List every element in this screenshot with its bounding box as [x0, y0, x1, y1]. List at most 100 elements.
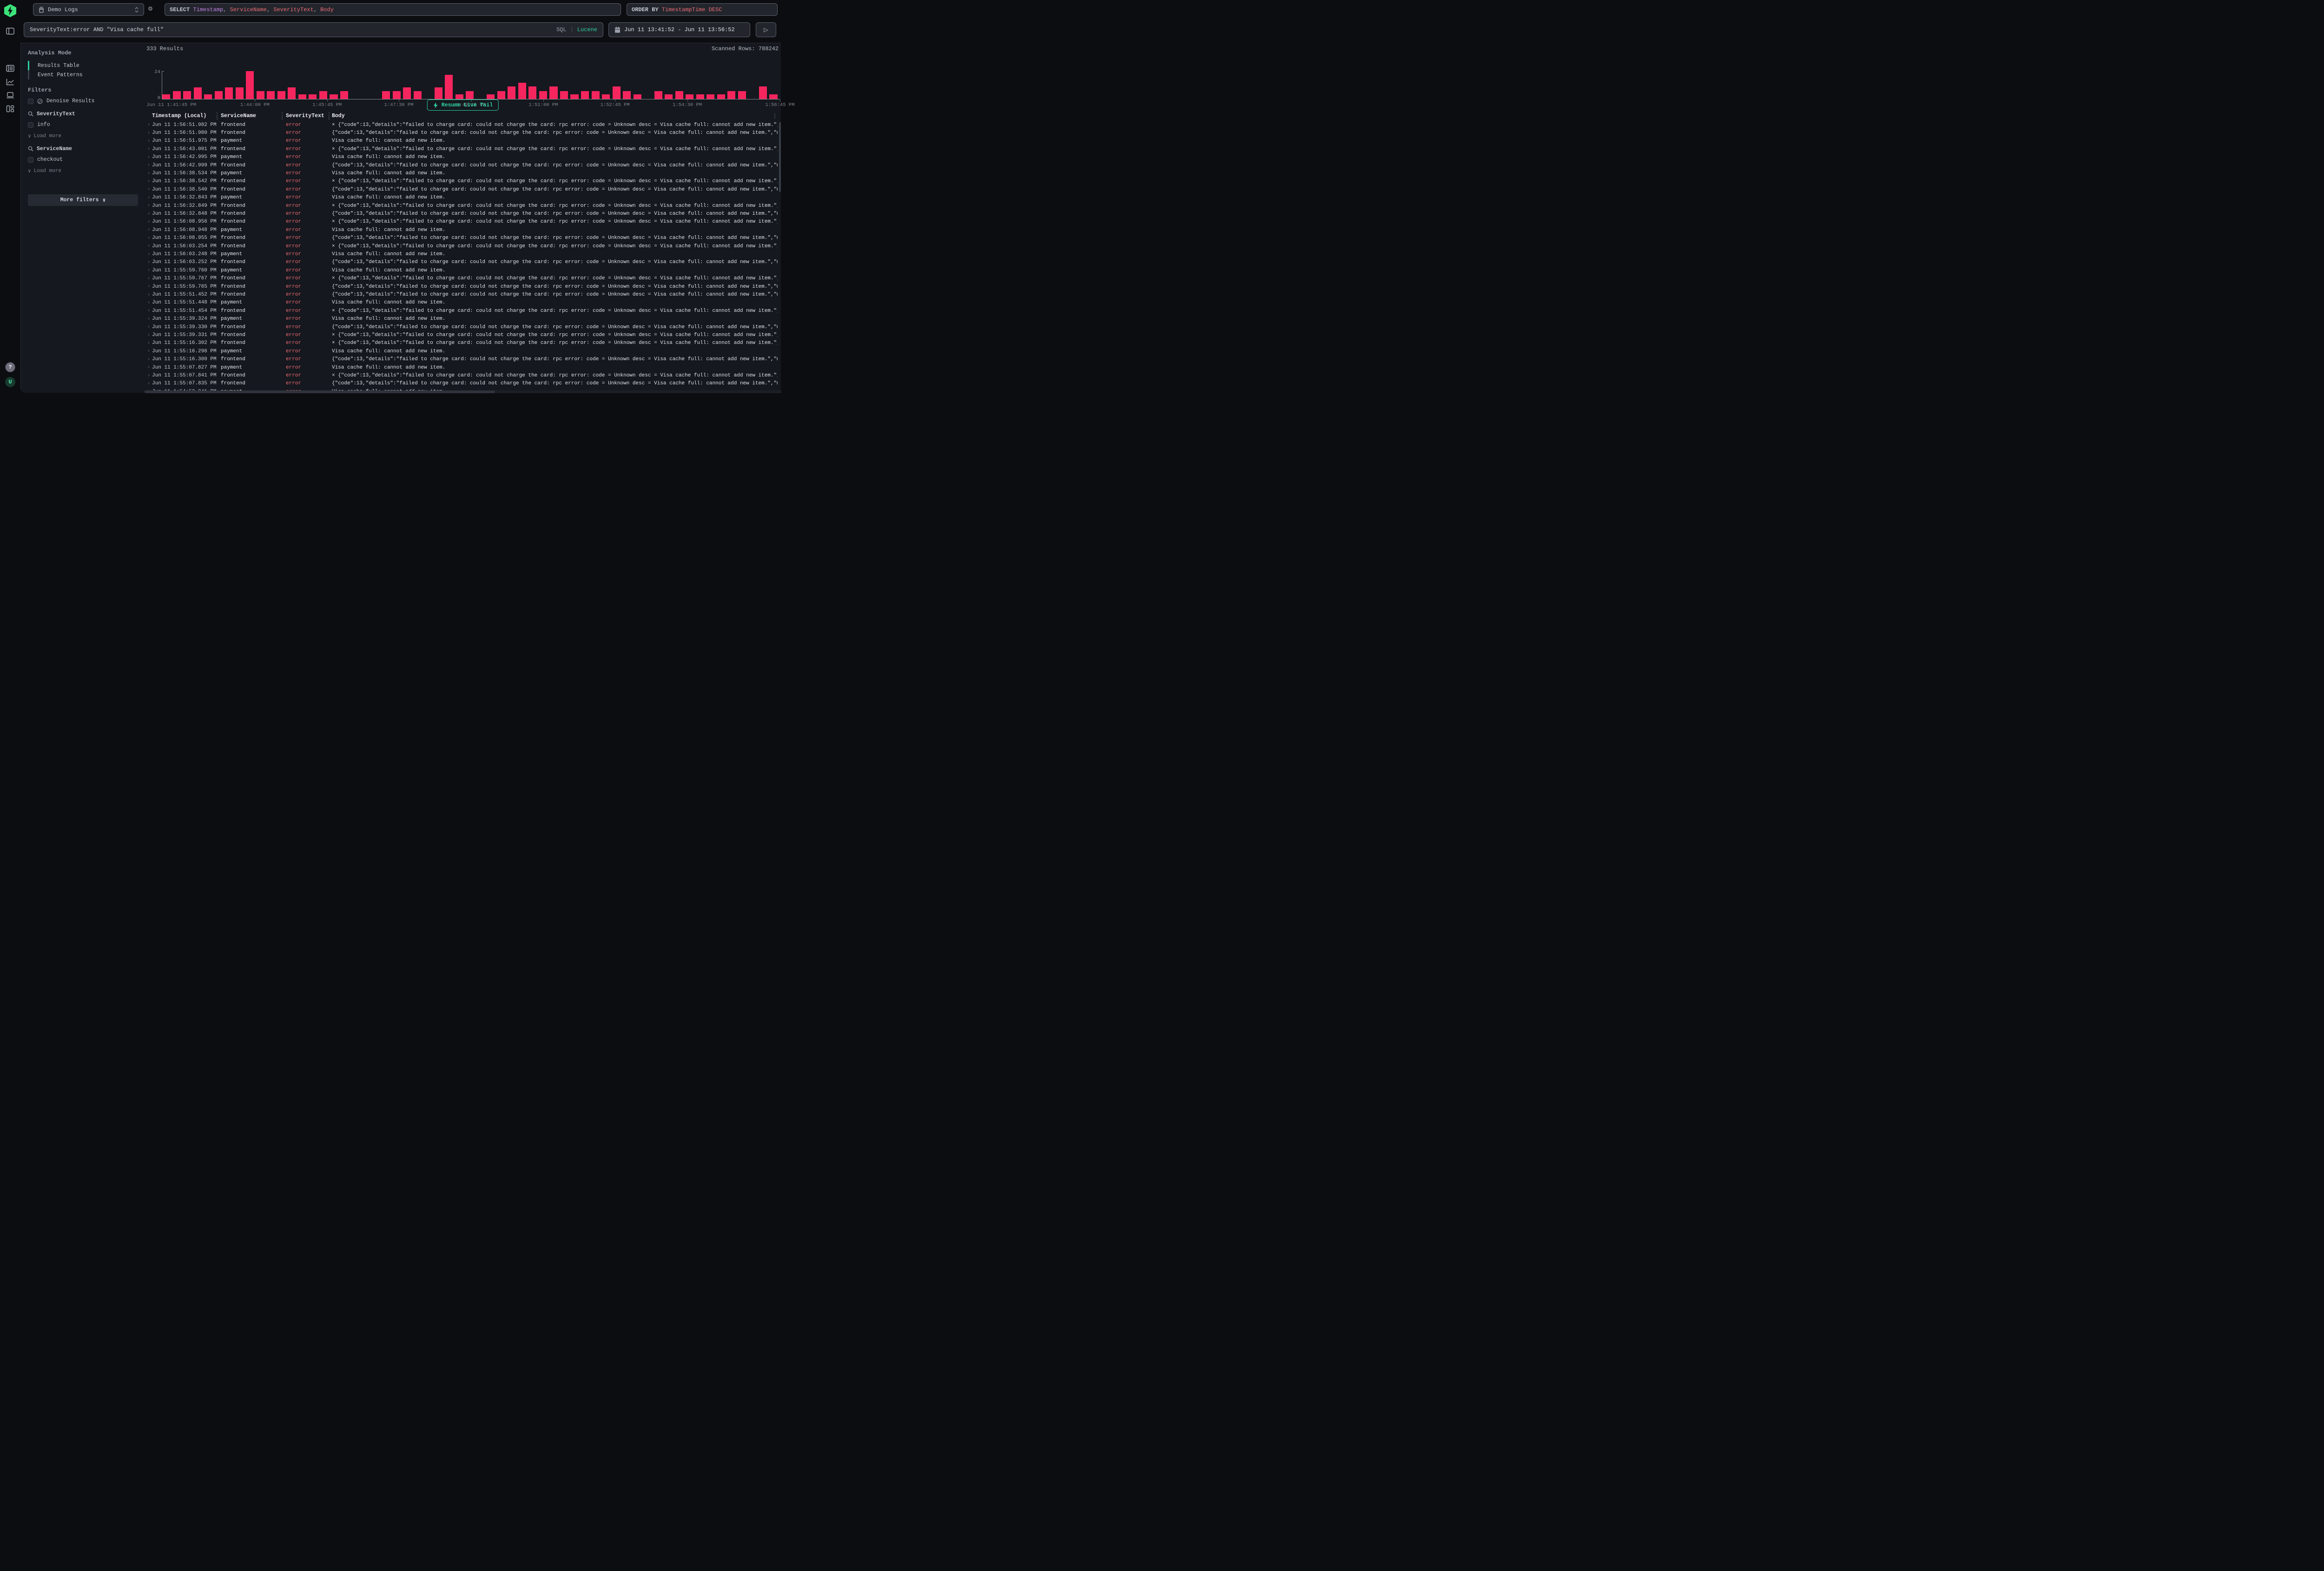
table-row[interactable]: › Jun 11 1:56:38.534 PM payment error Vi…: [145, 169, 781, 177]
table-row[interactable]: › Jun 11 1:55:07.841 PM frontend error ×…: [145, 371, 781, 379]
col-header-timestamp[interactable]: Timestamp (Local): [152, 113, 206, 119]
table-row[interactable]: › Jun 11 1:56:38.542 PM frontend error ×…: [145, 178, 781, 185]
histogram-bar[interactable]: [403, 87, 411, 99]
histogram-bar[interactable]: [215, 91, 223, 99]
histogram-bar[interactable]: [277, 91, 285, 99]
table-row[interactable]: › Jun 11 1:55:59.765 PM frontend error {…: [145, 283, 781, 290]
time-range-picker[interactable]: Jun 11 13:41:52 - Jun 11 13:56:52: [608, 22, 750, 37]
histogram-bar[interactable]: [686, 94, 693, 99]
histogram-bar[interactable]: [487, 94, 495, 99]
horizontal-scrollbar-thumb[interactable]: [145, 390, 495, 393]
histogram-bar[interactable]: [675, 91, 683, 99]
lucene-toggle[interactable]: Lucene: [577, 26, 597, 33]
table-row[interactable]: › Jun 11 1:55:16.300 PM frontend error {…: [145, 356, 781, 363]
histogram-bar[interactable]: [706, 94, 714, 99]
col-header-severitytext[interactable]: SeverityText: [286, 113, 324, 119]
results-histogram[interactable]: 24 0 Jun 11 1:41:45 PM1:44:00 PM1:45:45 …: [145, 55, 781, 97]
table-row[interactable]: › Jun 11 1:56:03.248 PM payment error Vi…: [145, 250, 781, 258]
histogram-bar[interactable]: [727, 91, 735, 99]
histogram-bar[interactable]: [393, 91, 401, 99]
histogram-bar[interactable]: [570, 94, 578, 99]
histogram-bar[interactable]: [623, 91, 631, 99]
histogram-bar[interactable]: [382, 91, 390, 99]
help-button[interactable]: ?: [5, 362, 15, 372]
severitytext-load-more[interactable]: ∨ Load more: [28, 133, 145, 139]
histogram-bar[interactable]: [518, 83, 526, 99]
table-row[interactable]: › Jun 11 1:56:51.980 PM frontend error {…: [145, 129, 781, 137]
histogram-bar[interactable]: [204, 94, 212, 99]
table-row[interactable]: › Jun 11 1:56:08.955 PM frontend error {…: [145, 234, 781, 242]
table-row[interactable]: › Jun 11 1:55:39.324 PM payment error Vi…: [145, 315, 781, 323]
histogram-bar[interactable]: [769, 94, 777, 99]
table-row[interactable]: › Jun 11 1:56:03.254 PM frontend error ×…: [145, 242, 781, 250]
histogram-bar[interactable]: [456, 94, 463, 99]
histogram-bar[interactable]: [194, 87, 202, 99]
histogram-bar[interactable]: [581, 91, 589, 99]
checkout-checkbox[interactable]: [28, 157, 33, 163]
table-row[interactable]: › Jun 11 1:56:38.540 PM frontend error {…: [145, 185, 781, 193]
table-row[interactable]: › Jun 11 1:56:32.849 PM frontend error ×…: [145, 202, 781, 210]
table-options-kebab-icon[interactable]: ⋮: [772, 112, 778, 119]
histogram-bar[interactable]: [665, 94, 673, 99]
histogram-bar[interactable]: [414, 91, 422, 99]
histogram-bar[interactable]: [466, 91, 474, 99]
histogram-bar[interactable]: [696, 94, 704, 99]
histogram-bar[interactable]: [539, 91, 547, 99]
gear-icon[interactable]: ⚙: [148, 6, 156, 13]
servicename-filter-header[interactable]: ServiceName: [28, 145, 145, 152]
table-row[interactable]: › Jun 11 1:56:08.956 PM frontend error ×…: [145, 218, 781, 226]
resume-live-tail-button[interactable]: Resume Live Tail: [427, 99, 499, 111]
orderby-input[interactable]: ORDER BY TimestampTime DESC: [627, 3, 778, 16]
histogram-bar[interactable]: [173, 91, 181, 99]
sql-toggle[interactable]: SQL: [556, 26, 567, 33]
logs-nav-icon[interactable]: [6, 64, 14, 73]
search-query-input[interactable]: SeverityText:error AND "Visa cache full"…: [24, 22, 603, 37]
severitytext-filter-header[interactable]: SeverityText: [28, 111, 145, 117]
table-row[interactable]: › Jun 11 1:55:59.760 PM payment error Vi…: [145, 266, 781, 274]
denoise-checkbox[interactable]: [28, 99, 33, 104]
histogram-bar[interactable]: [528, 86, 536, 99]
servicename-load-more[interactable]: ∨ Load more: [28, 168, 145, 174]
table-row[interactable]: › Jun 11 1:56:08.948 PM payment error Vi…: [145, 226, 781, 234]
histogram-bar[interactable]: [298, 94, 306, 99]
chart-nav-icon[interactable]: [6, 78, 14, 86]
user-avatar[interactable]: U: [5, 377, 15, 387]
table-row[interactable]: › Jun 11 1:55:39.331 PM frontend error ×…: [145, 331, 781, 339]
table-row[interactable]: › Jun 11 1:56:43.001 PM frontend error ×…: [145, 145, 781, 153]
column-separator[interactable]: [282, 112, 283, 119]
filter-option-info[interactable]: info: [28, 122, 145, 128]
histogram-bar[interactable]: [162, 94, 170, 99]
table-row[interactable]: › Jun 11 1:55:39.330 PM frontend error {…: [145, 323, 781, 331]
histogram-bar[interactable]: [497, 91, 505, 99]
histogram-bar[interactable]: [717, 94, 725, 99]
info-checkbox[interactable]: [28, 122, 33, 128]
col-header-body[interactable]: Body: [332, 113, 345, 119]
histogram-bar[interactable]: [738, 91, 746, 99]
table-row[interactable]: › Jun 11 1:56:51.975 PM payment error Vi…: [145, 137, 781, 145]
histogram-bar[interactable]: [267, 91, 275, 99]
table-row[interactable]: › Jun 11 1:56:51.982 PM frontend error ×…: [145, 121, 781, 129]
histogram-bar[interactable]: [288, 87, 296, 99]
histogram-bar[interactable]: [549, 86, 557, 99]
histogram-bar[interactable]: [592, 91, 600, 99]
histogram-bar[interactable]: [634, 94, 641, 99]
table-row[interactable]: › Jun 11 1:55:16.296 PM payment error Vi…: [145, 347, 781, 355]
table-row[interactable]: › Jun 11 1:56:42.999 PM frontend error {…: [145, 161, 781, 169]
histogram-bar[interactable]: [435, 87, 442, 99]
column-separator[interactable]: [329, 112, 330, 119]
horizontal-scrollbar[interactable]: [145, 390, 781, 393]
dashboards-nav-icon[interactable]: [6, 105, 14, 113]
mode-event-patterns[interactable]: Event Patterns: [28, 70, 145, 79]
filter-option-checkout[interactable]: checkout: [28, 157, 145, 163]
histogram-bar[interactable]: [330, 94, 337, 99]
column-separator[interactable]: [217, 112, 218, 119]
source-select[interactable]: Demo Logs: [33, 3, 144, 16]
table-row[interactable]: › Jun 11 1:55:07.827 PM payment error Vi…: [145, 363, 781, 371]
histogram-bar[interactable]: [225, 87, 233, 99]
table-row[interactable]: › Jun 11 1:55:07.835 PM frontend error {…: [145, 380, 781, 388]
histogram-bar[interactable]: [309, 94, 317, 99]
sidebar-toggle-icon[interactable]: [6, 27, 14, 35]
histogram-bar[interactable]: [560, 91, 568, 99]
vertical-scrollbar-thumb[interactable]: [779, 122, 781, 192]
table-row[interactable]: › Jun 11 1:55:59.767 PM frontend error ×…: [145, 275, 781, 283]
